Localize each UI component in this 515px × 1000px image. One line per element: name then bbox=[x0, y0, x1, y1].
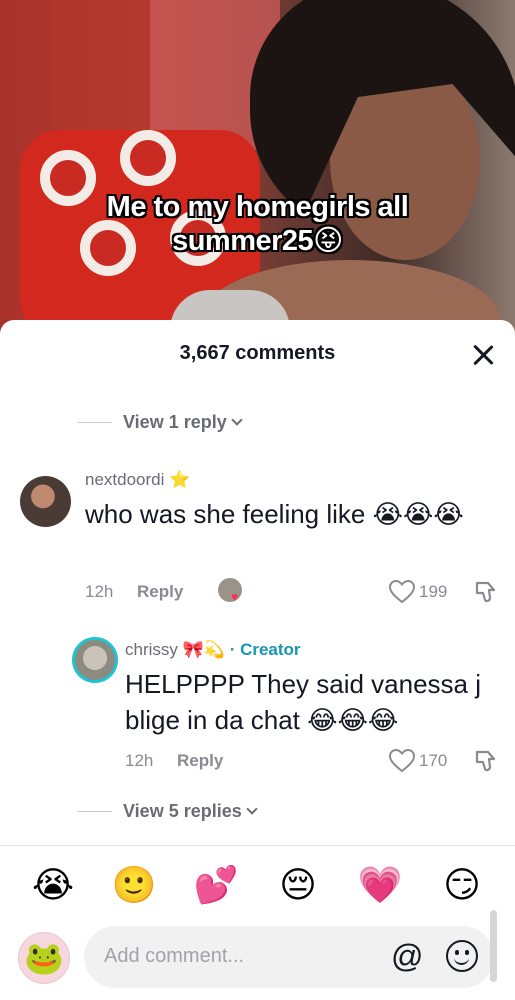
comment-text: who was she feeling like 😭😭😭 bbox=[85, 499, 464, 529]
creator-liked-avatar: ♥ bbox=[218, 578, 242, 604]
chevron-down-icon bbox=[246, 803, 258, 815]
emoji-loudly-crying[interactable]: 😭 bbox=[30, 862, 76, 908]
emoji-slight-smile[interactable]: 🙂 bbox=[111, 862, 157, 908]
heart-icon: ♥ bbox=[231, 590, 239, 604]
dislike-icon[interactable] bbox=[472, 749, 498, 773]
mention-icon[interactable]: @ bbox=[391, 940, 423, 972]
emoji-smirk[interactable]: 😏 bbox=[439, 862, 485, 908]
creator-avatar[interactable] bbox=[72, 637, 118, 683]
heart-outline-icon[interactable] bbox=[389, 749, 415, 773]
creator-badge: · Creator bbox=[229, 640, 301, 659]
comment-input[interactable]: Add comment... @ bbox=[84, 926, 494, 988]
video-caption: Me to my homegirls all summer25😝 bbox=[106, 191, 409, 257]
scrollbar[interactable] bbox=[490, 910, 497, 982]
emoji-picker-icon[interactable] bbox=[446, 940, 478, 972]
comment-username[interactable]: chrissy 🎀💫 · Creator bbox=[125, 640, 301, 660]
my-avatar[interactable]: 🐸 bbox=[18, 932, 70, 984]
username-text: chrissy 🎀💫 bbox=[125, 640, 225, 659]
chevron-down-icon bbox=[231, 414, 243, 426]
emoji-sparkling-heart[interactable]: 💗 bbox=[357, 862, 403, 908]
comment-username[interactable]: nextdoordi ⭐ bbox=[85, 470, 190, 490]
comment-text: HELPPPP They said vanessa j blige in da … bbox=[125, 669, 482, 735]
heart-outline-icon[interactable] bbox=[389, 580, 415, 604]
view-replies-button[interactable]: View 5 replies bbox=[123, 801, 258, 822]
view-replies-label: View 5 replies bbox=[123, 801, 242, 821]
view-replies-button[interactable]: View 1 reply bbox=[123, 412, 243, 433]
comments-count-title: 3,667 comments bbox=[179, 342, 336, 364]
emoji-pensive[interactable]: 😔 bbox=[275, 862, 321, 908]
like-count: 170 bbox=[419, 751, 448, 770]
reply-button[interactable]: Reply bbox=[177, 751, 223, 771]
view-replies-label: View 1 reply bbox=[123, 412, 227, 432]
like-count: 199 bbox=[419, 582, 448, 601]
comment-time: 12h bbox=[125, 751, 154, 770]
dislike-icon[interactable] bbox=[472, 580, 498, 604]
divider-line bbox=[78, 422, 112, 423]
video-background[interactable]: Me to my homegirls all summer25😝 bbox=[0, 0, 515, 340]
avatar[interactable] bbox=[20, 476, 71, 527]
reply-button[interactable]: Reply bbox=[137, 582, 183, 602]
comment-input-placeholder: Add comment... bbox=[104, 945, 245, 967]
composer-divider bbox=[0, 845, 515, 846]
emoji-two-hearts[interactable]: 💕 bbox=[193, 862, 239, 908]
quick-emoji-bar: 😭 🙂 💕 😔 💗 😏 bbox=[0, 862, 515, 908]
close-icon[interactable] bbox=[470, 342, 496, 368]
divider-line bbox=[78, 811, 112, 812]
comment-time: 12h bbox=[85, 582, 114, 601]
